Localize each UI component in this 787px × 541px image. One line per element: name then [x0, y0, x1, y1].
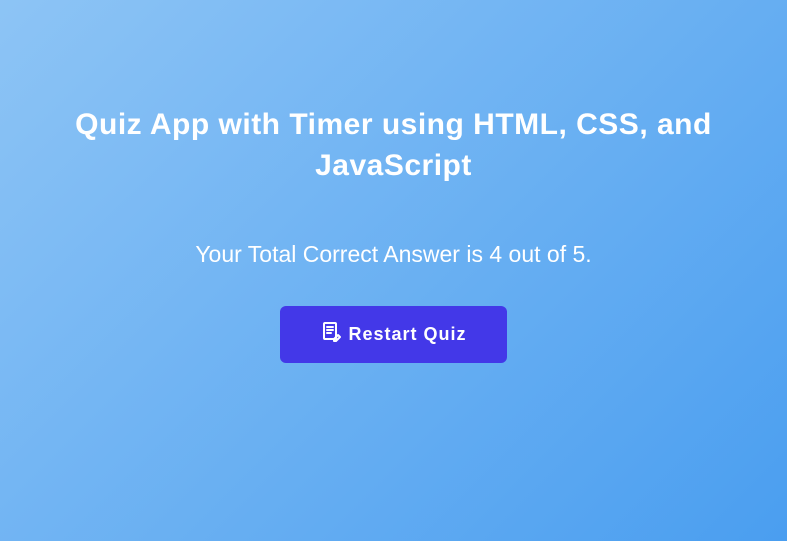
restart-button[interactable]: Restart Quiz — [280, 306, 506, 363]
result-text: Your Total Correct Answer is 4 out of 5. — [195, 241, 591, 268]
page-title: Quiz App with Timer using HTML, CSS, and… — [44, 105, 744, 186]
document-edit-icon — [320, 320, 344, 349]
restart-button-label: Restart Quiz — [348, 324, 466, 345]
